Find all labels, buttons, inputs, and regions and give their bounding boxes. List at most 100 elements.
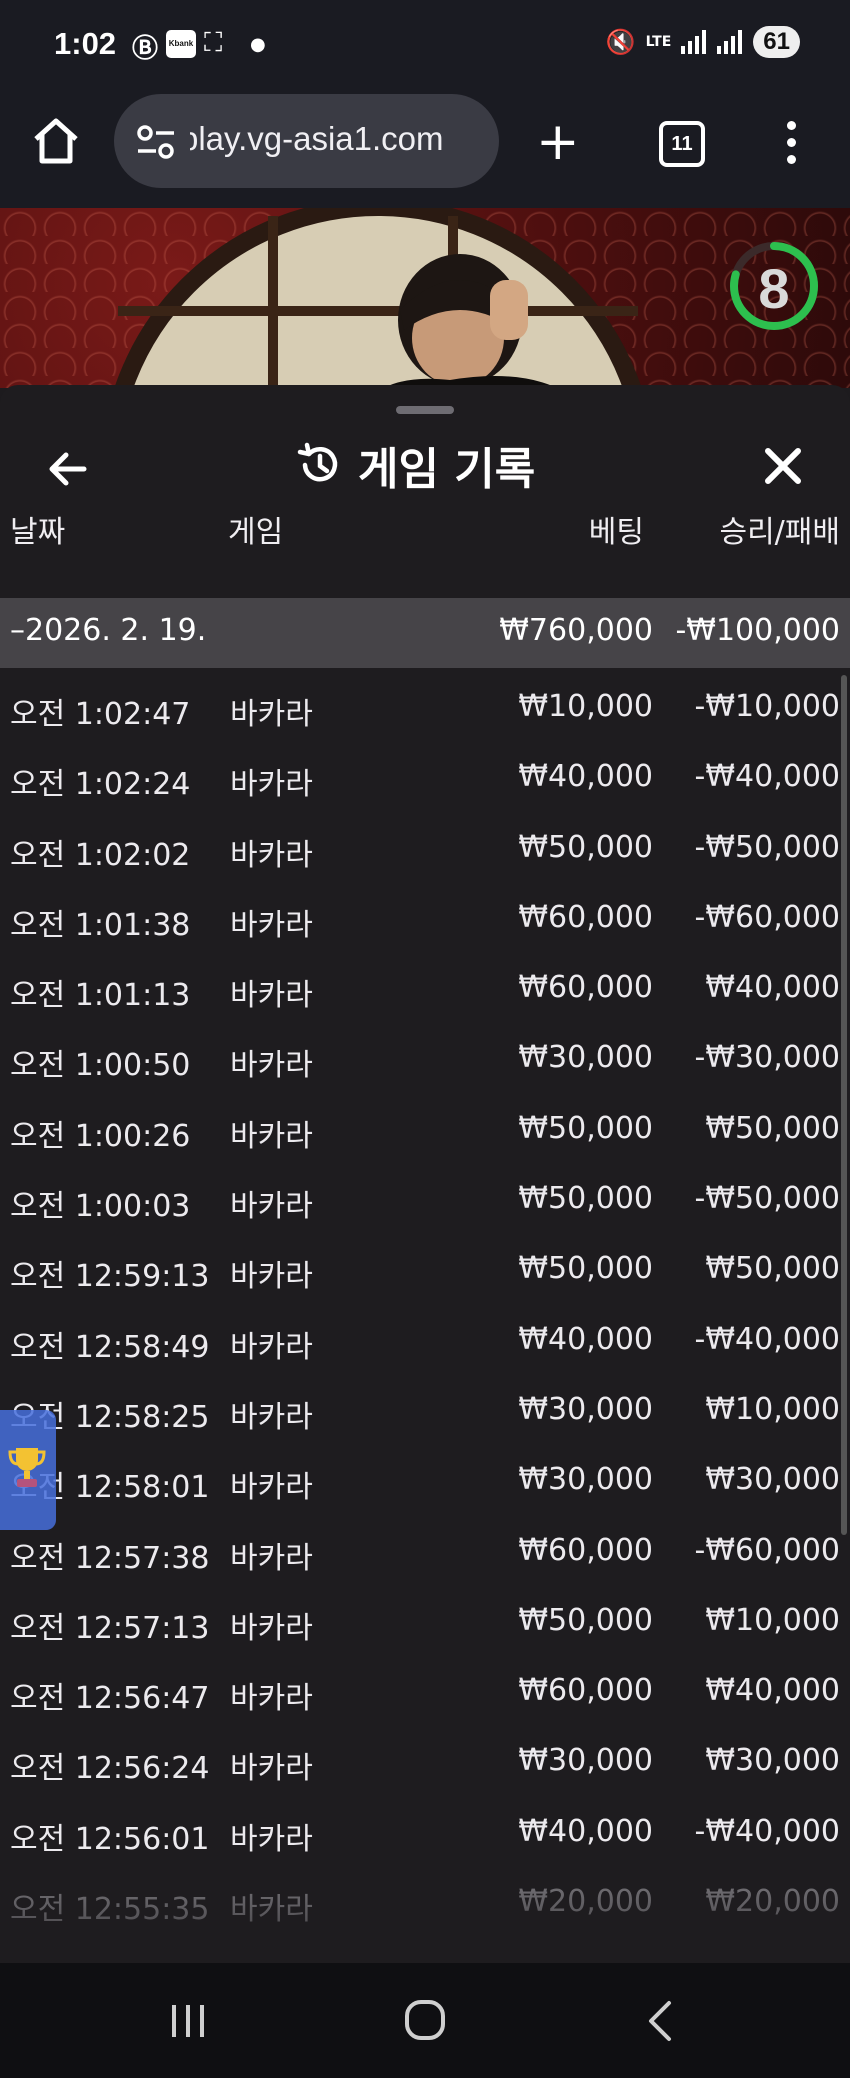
date-group-row[interactable]: –2026. 2. 19. ₩760,000 -₩100,000: [0, 598, 850, 668]
countdown-number: 8: [758, 257, 790, 320]
history-row[interactable]: 오전 1:02:47 바카라 ₩10,000 -₩10,000: [0, 670, 850, 740]
site-settings-icon[interactable]: [136, 124, 176, 160]
row-win-loss: ₩50,000: [705, 1110, 840, 1146]
row-bet: ₩30,000: [518, 1462, 653, 1498]
kbank-icon: Kbank: [166, 30, 196, 58]
row-win-loss: ₩10,000: [705, 1602, 840, 1638]
row-win-loss: -₩40,000: [694, 759, 840, 795]
row-win-loss: -₩30,000: [694, 1040, 840, 1076]
row-win-loss: ₩30,000: [705, 1462, 840, 1498]
history-row[interactable]: 오전 1:01:13 바카라 ₩60,000 ₩40,000: [0, 951, 850, 1021]
home-nav-icon[interactable]: [404, 1999, 446, 2041]
status-time: 1:02: [54, 26, 117, 61]
row-win-loss: -₩10,000: [694, 689, 840, 724]
row-time: 오전 1:02:02: [10, 837, 191, 873]
history-row[interactable]: 오전 12:56:01 바카라 ₩40,000 -₩40,000: [0, 1795, 850, 1865]
close-icon[interactable]: [758, 441, 808, 491]
row-time: 오전 12:57:13: [10, 1610, 210, 1646]
recent-apps-icon[interactable]: [168, 2001, 208, 2041]
new-tab-button[interactable]: +: [536, 116, 580, 168]
row-game: 바카라: [230, 1540, 313, 1576]
history-row[interactable]: 오전 12:56:24 바카라 ₩30,000 ₩30,000: [0, 1724, 850, 1794]
history-row[interactable]: 오전 12:56:47 바카라 ₩60,000 ₩40,000: [0, 1654, 850, 1724]
drag-handle[interactable]: [396, 406, 454, 414]
column-header-date[interactable]: 날짜: [10, 507, 65, 551]
history-row[interactable]: 오전 1:02:24 바카라 ₩40,000 -₩40,000: [0, 740, 850, 810]
back-arrow-icon[interactable]: [44, 445, 92, 493]
live-video[interactable]: 8: [0, 208, 850, 388]
tab-switcher-button[interactable]: 11: [659, 121, 705, 167]
history-row[interactable]: 오전 1:02:02 바카라 ₩50,000 -₩50,000: [0, 811, 850, 881]
row-game: 바카라: [230, 1892, 313, 1928]
row-bet: ₩60,000: [518, 1532, 653, 1568]
row-bet: ₩60,000: [518, 970, 653, 1006]
history-icon: [297, 442, 338, 482]
row-time: 오전 12:56:01: [10, 1821, 210, 1857]
history-row[interactable]: 오전 1:00:03 바카라 ₩50,000 -₩50,000: [0, 1162, 850, 1232]
row-bet: ₩60,000: [518, 1673, 653, 1709]
history-row[interactable]: 오전 12:57:13 바카라 ₩50,000 ₩10,000: [0, 1584, 850, 1654]
history-row[interactable]: 오전 1:00:50 바카라 ₩30,000 -₩30,000: [0, 1021, 850, 1091]
row-bet: ₩40,000: [518, 1813, 653, 1849]
notification-dot-icon: ●: [250, 34, 266, 55]
scrollbar[interactable]: [841, 675, 847, 1535]
row-win-loss: ₩50,000: [705, 1251, 840, 1287]
column-header-win-loss[interactable]: 승리/패배: [719, 507, 840, 551]
row-time: 오전 1:01:38: [10, 907, 191, 943]
row-bet: ₩30,000: [518, 1040, 653, 1076]
back-nav-icon[interactable]: [645, 1999, 675, 2043]
home-icon[interactable]: [30, 115, 82, 167]
row-time: 오전 12:56:24: [10, 1751, 210, 1787]
row-bet: ₩40,000: [518, 1321, 653, 1357]
b-app-icon: Ⓑ: [132, 33, 159, 63]
status-right: 🔇 LTE 61: [606, 26, 800, 58]
row-win-loss: -₩50,000: [694, 829, 840, 865]
row-time: 오전 1:00:26: [10, 1118, 191, 1154]
row-game: 바카라: [230, 1329, 313, 1365]
history-row[interactable]: 오전 1:01:38 바카라 ₩60,000 -₩60,000: [0, 881, 850, 951]
row-bet: ₩30,000: [518, 1391, 653, 1427]
history-row[interactable]: 오전 1:00:26 바카라 ₩50,000 ₩50,000: [0, 1092, 850, 1162]
screenshot-icon: ⛶: [204, 28, 223, 58]
row-win-loss: -₩60,000: [694, 899, 840, 935]
history-row[interactable]: 오전 12:58:01 바카라 ₩30,000 ₩30,000: [0, 1443, 850, 1513]
row-bet: ₩20,000: [518, 1884, 653, 1920]
signal-icon-2: [717, 30, 743, 54]
address-bar[interactable]: play.vg-asia1.com: [114, 94, 499, 188]
column-header-game[interactable]: 게임: [228, 507, 283, 551]
row-game: 바카라: [230, 1751, 313, 1787]
overflow-menu-icon[interactable]: [784, 118, 798, 168]
panel-header: 게임 기록: [296, 433, 535, 497]
trophy-side-tab[interactable]: [0, 1410, 56, 1530]
signal-icon: [681, 30, 707, 54]
row-game: 바카라: [230, 907, 313, 943]
row-game: 바카라: [230, 1048, 313, 1084]
row-time: 오전 12:57:38: [10, 1540, 210, 1576]
row-game: 바카라: [230, 1399, 313, 1435]
system-nav-bar: [0, 1963, 850, 2078]
browser-toolbar: play.vg-asia1.com + 11: [0, 90, 850, 208]
row-bet: ₩50,000: [518, 1251, 653, 1287]
row-game: 바카라: [230, 1189, 313, 1225]
group-total-bet: ₩760,000: [499, 613, 653, 648]
history-row[interactable]: 오전 12:58:49 바카라 ₩40,000 -₩40,000: [0, 1303, 850, 1373]
row-win-loss: -₩40,000: [694, 1321, 840, 1357]
history-row[interactable]: 오전 12:58:25 바카라 ₩30,000 ₩10,000: [0, 1373, 850, 1443]
row-time: 오전 12:56:47: [10, 1681, 210, 1717]
row-bet: ₩10,000: [518, 689, 653, 724]
network-type: LTE: [645, 34, 672, 50]
column-header-bet[interactable]: 베팅: [589, 507, 644, 551]
url-clip: play.vg-asia1.com: [190, 94, 490, 188]
row-win-loss: -₩40,000: [694, 1813, 840, 1849]
group-total-win-loss: -₩100,000: [675, 613, 840, 648]
row-game: 바카라: [230, 1470, 313, 1506]
history-row[interactable]: 오전 12:55:35 바카라 ₩20,000 ₩20,000: [0, 1865, 850, 1935]
row-bet: ₩50,000: [518, 1110, 653, 1146]
row-time: 오전 12:59:13: [10, 1259, 210, 1295]
row-game: 바카라: [230, 1259, 313, 1295]
row-win-loss: -₩60,000: [694, 1532, 840, 1568]
history-row[interactable]: 오전 12:59:13 바카라 ₩50,000 ₩50,000: [0, 1232, 850, 1302]
history-row[interactable]: 오전 12:57:38 바카라 ₩60,000 -₩60,000: [0, 1514, 850, 1584]
row-time: 오전 1:01:13: [10, 978, 191, 1014]
row-win-loss: ₩40,000: [705, 1673, 840, 1709]
